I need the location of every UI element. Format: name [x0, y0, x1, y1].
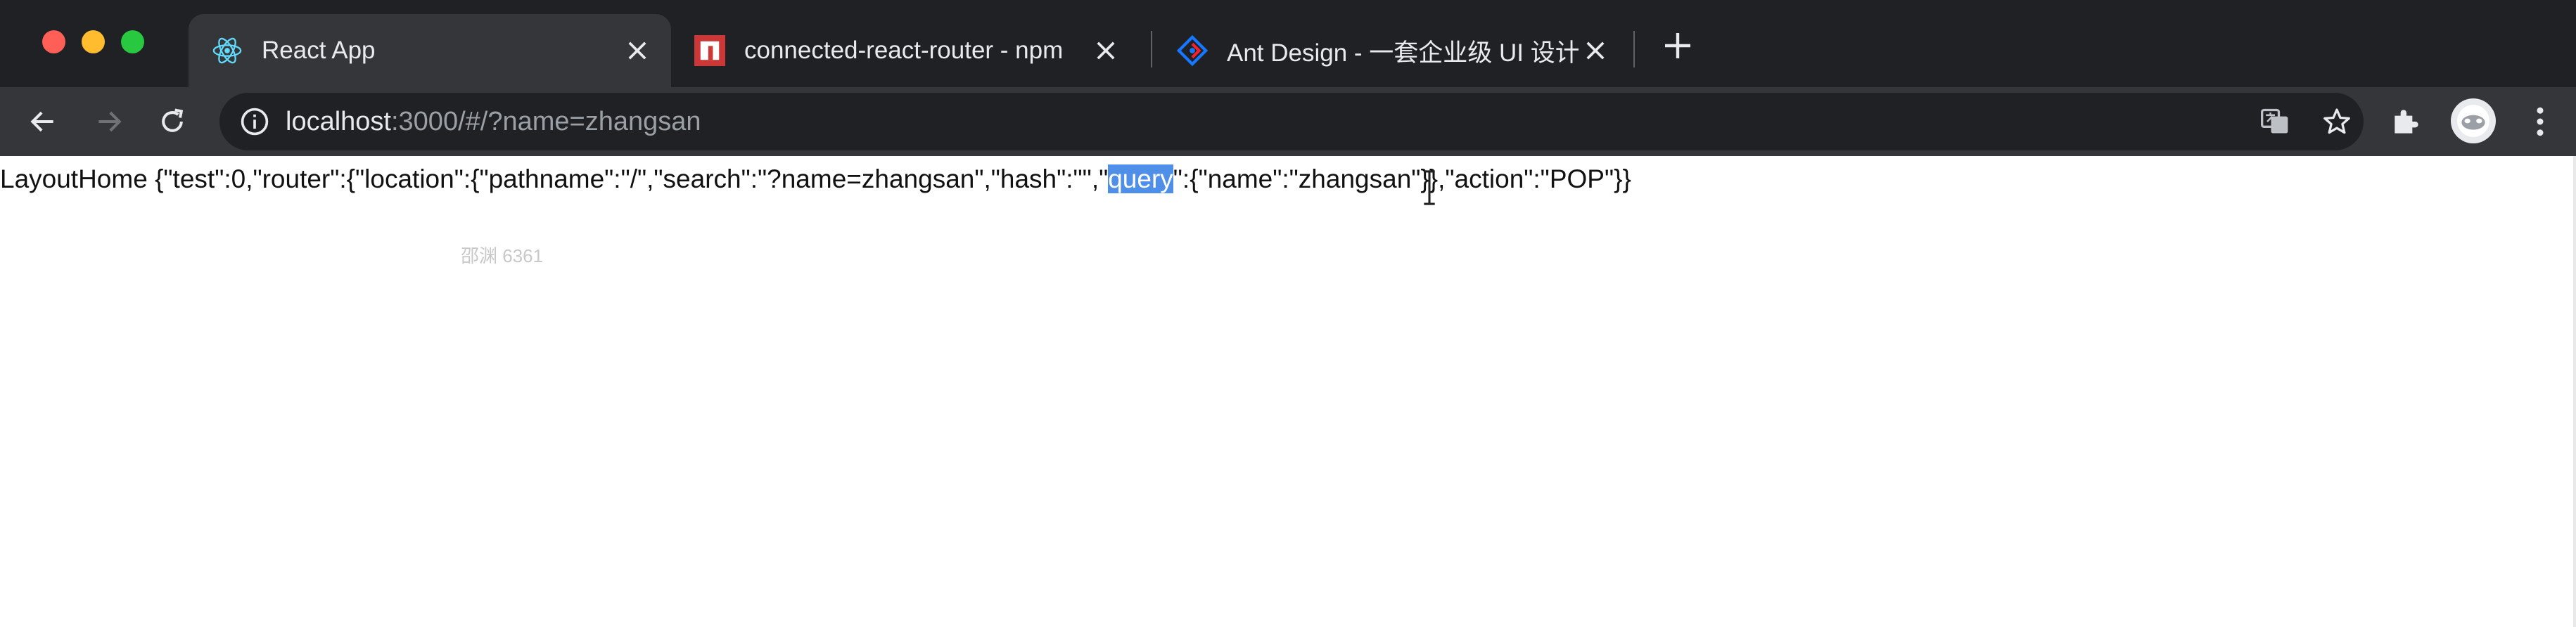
info-icon[interactable]: [239, 106, 270, 137]
translate-icon[interactable]: [2259, 106, 2290, 137]
ant-design-icon: [1175, 33, 1210, 68]
watermark: 邵渊 6361: [461, 245, 544, 266]
tab-separator: [1151, 31, 1152, 67]
window-minimize-button[interactable]: [82, 30, 105, 53]
url-path: :3000/#/?name=zhangsan: [390, 107, 701, 136]
npm-icon: [692, 33, 727, 68]
scrollbar-edge: [2573, 156, 2576, 627]
tab-title: React App: [262, 37, 376, 64]
address-bar[interactable]: localhost:3000/#/?name=zhangsan: [219, 93, 2364, 150]
extensions-puzzle-icon[interactable]: [2389, 104, 2424, 139]
browser-chrome: React App connected-react-router - npm A…: [0, 0, 2576, 156]
window-close-button[interactable]: [42, 30, 65, 53]
output-text-before: LayoutHome {"test":0,"router":{"location…: [0, 164, 1109, 193]
arrow-right-icon: [98, 111, 122, 132]
tab-react-app[interactable]: React App: [189, 14, 671, 87]
tab-title: connected-react-router - npm: [744, 37, 1064, 64]
tab-ant-design[interactable]: Ant Design - 一套企业级 UI 设计: [1158, 14, 1629, 87]
browser-toolbar: localhost:3000/#/?name=zhangsan: [0, 87, 2576, 156]
react-icon: [210, 33, 245, 68]
new-tab-button[interactable]: [1660, 28, 1695, 63]
tab-close-icon[interactable]: [622, 35, 653, 66]
selected-text[interactable]: query: [1108, 164, 1173, 193]
output-text-after: ":{"name":"zhangsan"}},"action":"POP"}}: [1173, 164, 1631, 193]
tab-close-icon[interactable]: [1580, 35, 1611, 66]
reload-button[interactable]: [153, 103, 191, 141]
back-button[interactable]: [24, 103, 62, 141]
url-host: localhost: [286, 107, 391, 136]
tab-strip: React App connected-react-router - npm A…: [0, 0, 2576, 87]
tab-connected-react-router[interactable]: connected-react-router - npm: [675, 14, 1140, 87]
url-text[interactable]: localhost:3000/#/?name=zhangsan: [286, 107, 701, 137]
more-vert-icon[interactable]: [2521, 103, 2559, 141]
window-zoom-button[interactable]: [121, 30, 144, 53]
avatar-icon: [2457, 105, 2489, 137]
profile-avatar[interactable]: [2451, 98, 2496, 143]
tab-close-icon[interactable]: [1090, 35, 1121, 66]
forward-button[interactable]: [90, 103, 128, 141]
reload-icon: [162, 108, 184, 132]
bookmark-star-icon[interactable]: [2321, 106, 2352, 137]
text-cursor-icon: [1424, 170, 1435, 205]
tab-separator: [1633, 31, 1635, 67]
page-content: LayoutHome {"test":0,"router":{"location…: [0, 156, 2576, 627]
plus-icon: [1665, 33, 1690, 58]
layout-home-output[interactable]: LayoutHome {"test":0,"router":{"location…: [0, 164, 1631, 194]
arrow-left-icon: [30, 111, 53, 132]
tab-title: Ant Design - 一套企业级 UI 设计: [1227, 39, 1579, 67]
